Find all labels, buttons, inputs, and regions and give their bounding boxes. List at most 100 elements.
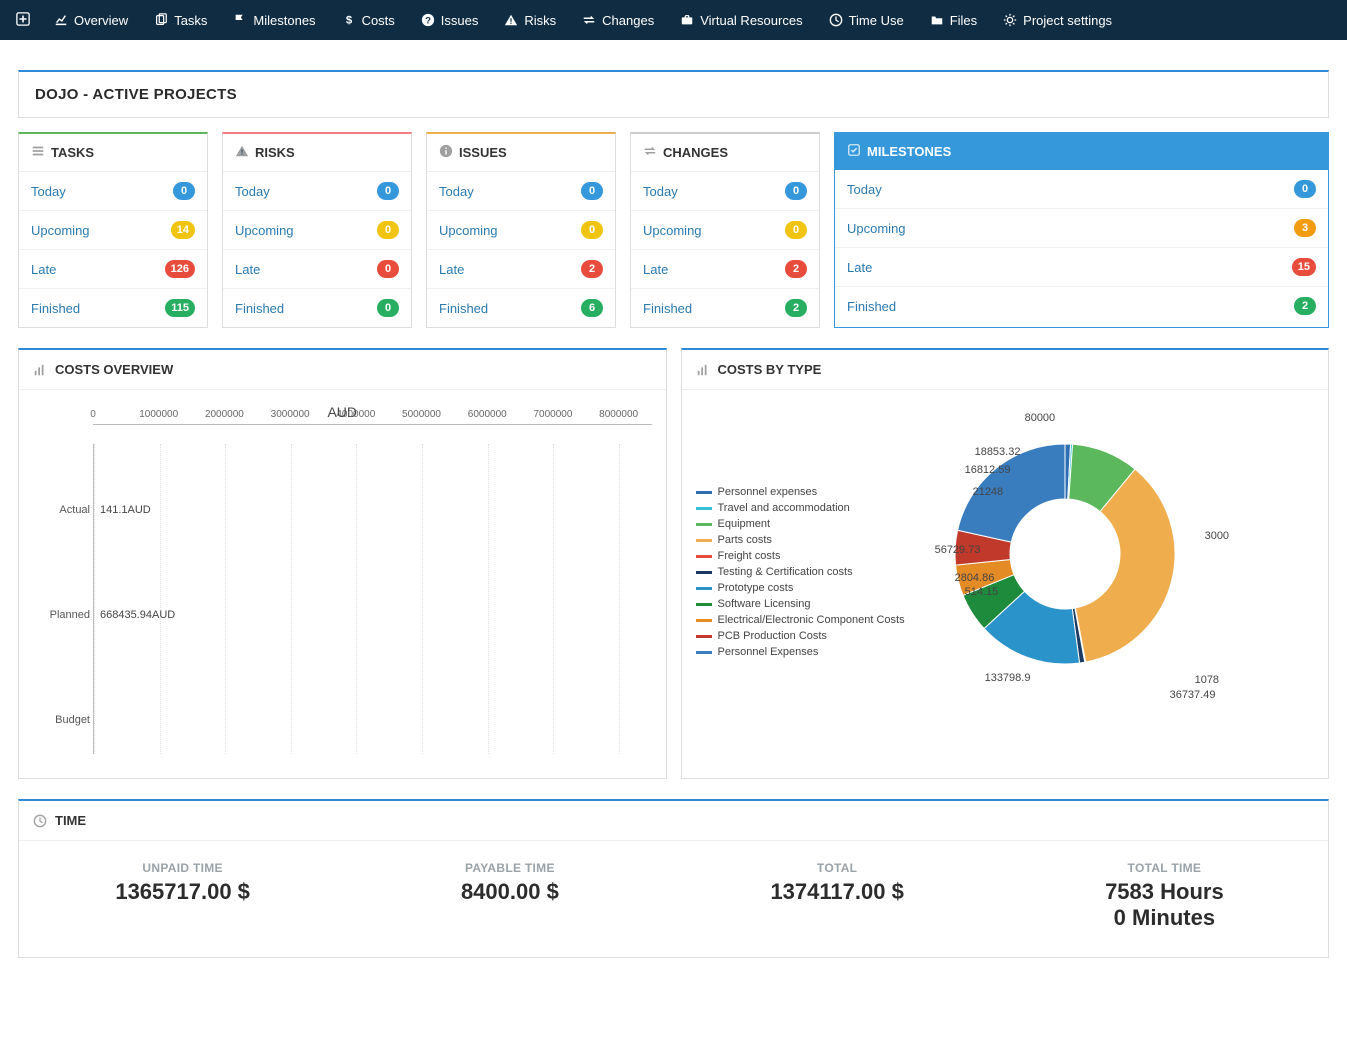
time-metric-label: UNPAID TIME — [19, 861, 346, 875]
legend-item[interactable]: Personnel Expenses — [696, 644, 905, 660]
bar-row-planned: Planned668435.94AUD — [94, 589, 175, 641]
risks-today-link[interactable]: Today — [235, 184, 270, 199]
time-title: TIME — [55, 813, 86, 828]
bar-chart-icon — [696, 363, 710, 377]
changes-upcoming-link[interactable]: Upcoming — [643, 223, 702, 238]
count-badge: 126 — [165, 260, 195, 278]
nav-label: Tasks — [174, 13, 207, 28]
count-badge: 15 — [1292, 258, 1316, 276]
nav-label: Project settings — [1023, 13, 1112, 28]
tasks-finished-link[interactable]: Finished — [31, 301, 80, 316]
card-title: RISKS — [255, 145, 295, 160]
legend-item[interactable]: PCB Production Costs — [696, 628, 905, 644]
changes-late-link[interactable]: Late — [643, 262, 668, 277]
legend-item[interactable]: Prototype costs — [696, 580, 905, 596]
card-row: Today 0 — [427, 172, 615, 211]
card-row: Upcoming0 — [223, 211, 411, 250]
changes-finished-link[interactable]: Finished — [643, 301, 692, 316]
milestones-today-link[interactable]: Today — [847, 182, 882, 197]
time-metric: UNPAID TIME 1365717.00 $ — [19, 861, 346, 931]
nav-risks[interactable]: Risks — [492, 0, 568, 40]
nav-tasks[interactable]: Tasks — [142, 0, 219, 40]
count-badge: 0 — [785, 182, 807, 200]
exchange-icon — [643, 144, 657, 161]
card-title: MILESTONES — [867, 144, 951, 159]
risks-late-link[interactable]: Late — [235, 262, 260, 277]
nav-issues[interactable]: ?Issues — [409, 0, 491, 40]
count-badge: 2 — [785, 260, 807, 278]
issues-card-head: ISSUES — [427, 134, 615, 172]
time-metric-value: 7583 Hours0 Minutes — [1001, 879, 1328, 931]
legend-label: PCB Production Costs — [718, 630, 827, 642]
chart-line-icon — [54, 13, 68, 27]
count-badge: 0 — [581, 182, 603, 200]
nav-overview[interactable]: Overview — [42, 0, 140, 40]
legend-label: Personnel expenses — [718, 486, 818, 498]
time-metric-label: TOTAL TIME — [1001, 861, 1328, 875]
card-row: Late0 — [223, 250, 411, 289]
bar-value-label: 141.1AUD — [100, 504, 151, 516]
legend-item[interactable]: Testing & Certification costs — [696, 564, 905, 580]
nav-label: Virtual Resources — [700, 13, 802, 28]
tasks-late-link[interactable]: Late — [31, 262, 56, 277]
issues-upcoming-link[interactable]: Upcoming — [439, 223, 498, 238]
costs-by-type-head: COSTS BY TYPE — [682, 350, 1329, 390]
time-head: TIME — [19, 801, 1328, 841]
count-badge: 2 — [1294, 297, 1316, 315]
card-row: Upcoming14 — [19, 211, 207, 250]
nav-label: Costs — [362, 13, 395, 28]
changes-today-link[interactable]: Today — [643, 184, 678, 199]
axis-tick: 8000000 — [599, 409, 638, 420]
axis-tick: 4000000 — [336, 409, 375, 420]
nav-project-settings[interactable]: Project settings — [991, 0, 1124, 40]
count-badge: 3 — [1294, 219, 1316, 237]
donut-value-label: 2804.86 — [955, 572, 995, 584]
legend-item[interactable]: Parts costs — [696, 532, 905, 548]
time-metric: TOTAL1374117.00 $ — [674, 861, 1001, 931]
count-badge: 115 — [165, 299, 195, 317]
nav-label: Files — [950, 13, 977, 28]
time-metric-value: 1365717.00 $ — [19, 879, 346, 905]
issues-late-link[interactable]: Late — [439, 262, 464, 277]
costs-donut-chart: Personnel expenses Travel and accommodati… — [696, 404, 1315, 764]
issues-finished-link[interactable]: Finished — [439, 301, 488, 316]
donut-value-label: 56729.73 — [935, 544, 981, 556]
risks-card: RISKSToday0Upcoming0Late0Finished0 — [222, 132, 412, 328]
risks-upcoming-link[interactable]: Upcoming — [235, 223, 294, 238]
legend-item[interactable]: Equipment — [696, 516, 905, 532]
milestones-upcoming-link[interactable]: Upcoming — [847, 221, 906, 236]
legend-item[interactable]: Personnel expenses — [696, 484, 905, 500]
legend-item[interactable]: Electrical/Electronic Component Costs — [696, 612, 905, 628]
bar-chart-icon — [33, 363, 47, 377]
legend-item[interactable]: Freight costs — [696, 548, 905, 564]
bar-value-label: 668435.94AUD — [100, 609, 175, 621]
donut-value-label: 18853.32 — [975, 446, 1021, 458]
card-row: Upcoming0 — [427, 211, 615, 250]
card-row: Finished 115 — [19, 289, 207, 327]
count-badge: 2 — [785, 299, 807, 317]
issues-today-link[interactable]: Today — [439, 184, 474, 199]
nav-milestones[interactable]: Milestones — [221, 0, 327, 40]
legend-item[interactable]: Travel and accommodation — [696, 500, 905, 516]
nav-files[interactable]: Files — [918, 0, 989, 40]
milestones-late-link[interactable]: Late — [847, 260, 872, 275]
clock-icon — [829, 13, 843, 27]
nav-time-use[interactable]: Time Use — [817, 0, 916, 40]
tasks-upcoming-link[interactable]: Upcoming — [31, 223, 90, 238]
nav-label: Milestones — [253, 13, 315, 28]
milestones-finished-link[interactable]: Finished — [847, 299, 896, 314]
risks-finished-link[interactable]: Finished — [235, 301, 284, 316]
briefcase-icon — [680, 13, 694, 27]
nav-virtual-resources[interactable]: Virtual Resources — [668, 0, 814, 40]
donut-value-label: 514.15 — [965, 586, 999, 598]
costs-overview-head: COSTS OVERVIEW — [19, 350, 666, 390]
tasks-today-link[interactable]: Today — [31, 184, 66, 199]
legend-item[interactable]: Software Licensing — [696, 596, 905, 612]
nav-changes[interactable]: Changes — [570, 0, 666, 40]
warning-icon — [235, 144, 249, 161]
add-button[interactable] — [6, 12, 40, 29]
charts-row: COSTS OVERVIEW AUD 010000002000000300000… — [18, 348, 1329, 779]
nav-costs[interactable]: $Costs — [330, 0, 407, 40]
legend-label: Equipment — [718, 518, 771, 530]
card-row: Finished 2 — [835, 287, 1328, 325]
